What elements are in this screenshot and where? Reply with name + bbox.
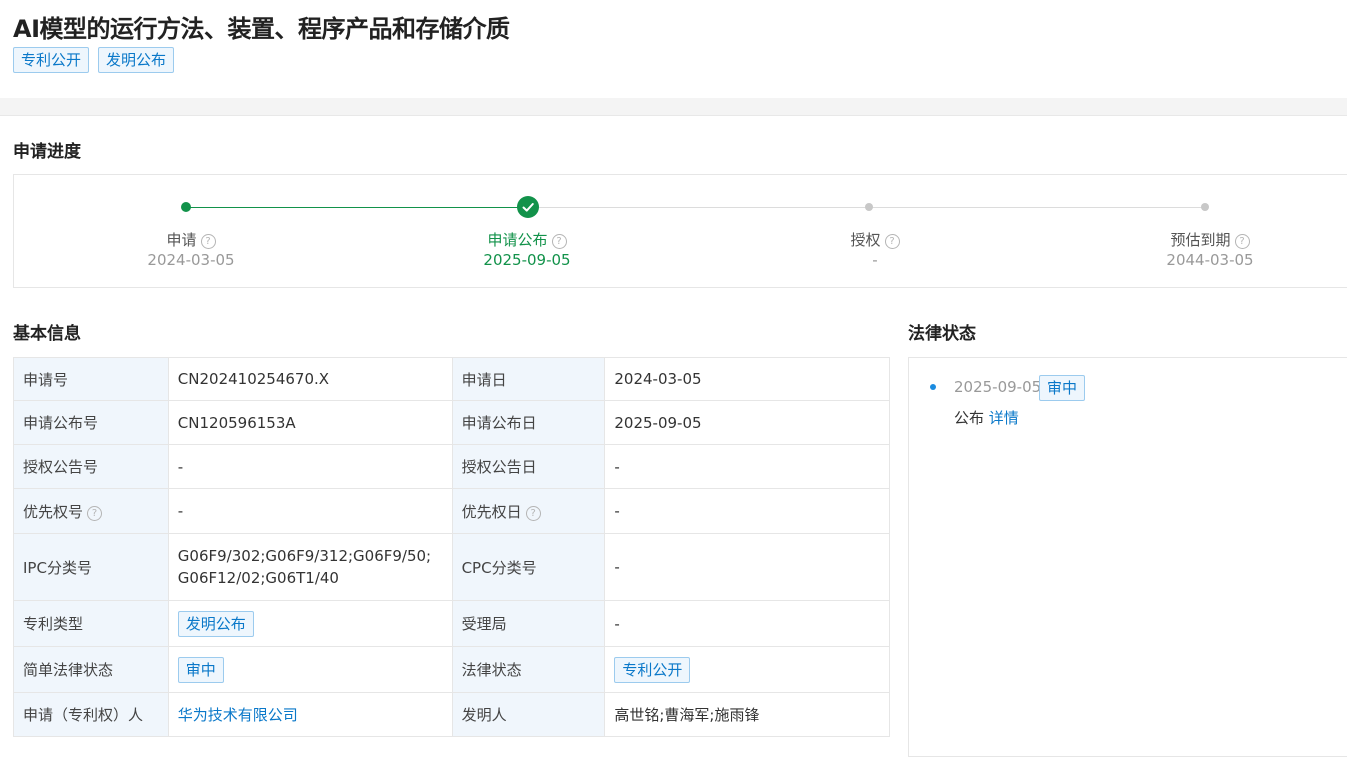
step-label-text: 授权 (850, 231, 881, 249)
help-icon[interactable]: ? (87, 505, 103, 521)
publication-date: 2025-09-05 (604, 400, 890, 445)
patent-type-tag[interactable]: 发明公布 (177, 610, 254, 637)
progress-line-complete (186, 207, 528, 208)
table-row: 授权公告号 - 授权公告日 - (13, 444, 890, 489)
basic-info-table: 申请号 CN202410254670.X 申请日 2024-03-05 申请公布… (13, 357, 890, 737)
applicant-link[interactable]: 华为技术有限公司 (178, 706, 298, 724)
ipc-classification: G06F9/302;G06F9/312;G06F9/50;G06F12/02;G… (167, 533, 453, 601)
simple-legal-status-cell: 审中 (167, 646, 453, 693)
field-key: 申请号 (13, 357, 169, 401)
progress-section-title: 申请进度 (13, 142, 81, 162)
step-label-text: 申请 (166, 231, 197, 249)
table-row: 专利类型 发明公布 受理局 - (13, 600, 890, 647)
step-date-expire: 2044-03-05 (1166, 251, 1254, 269)
step-date-grant: - (872, 251, 878, 269)
receiving-office: - (604, 600, 890, 647)
legal-event-badge[interactable]: 审中 (1039, 375, 1086, 401)
inventors: 高世铭;曹海军;施雨锋 (604, 692, 890, 737)
table-row: 优先权号? - 优先权日? - (13, 488, 890, 534)
field-key: 申请日 (451, 357, 606, 401)
header-tags: 专利公开 发明公布 (13, 47, 175, 73)
publication-number: CN120596153A (167, 400, 453, 445)
field-key: IPC分类号 (13, 533, 169, 601)
field-key: 申请公布日 (451, 400, 606, 445)
legal-event-date: 2025-09-05 (954, 378, 1042, 396)
application-date: 2024-03-05 (604, 357, 890, 401)
field-key-text: 优先权号 (23, 502, 84, 521)
table-row: IPC分类号 G06F9/302;G06F9/312;G06F9/50;G06F… (13, 533, 890, 601)
help-icon[interactable]: ? (884, 234, 900, 249)
legal-event-detail-link[interactable]: 详情 (989, 409, 1019, 427)
basic-info-title: 基本信息 (13, 324, 81, 344)
field-key: 授权公告号 (13, 444, 169, 489)
help-icon[interactable]: ? (1234, 234, 1250, 249)
legal-event-text: 公布 (954, 409, 985, 427)
timeline-dot (930, 384, 936, 390)
field-key-text: 优先权日 (461, 502, 522, 521)
field-key: 申请公布号 (13, 400, 169, 445)
step-date-apply: 2024-03-05 (147, 251, 235, 269)
field-key: 授权公告日 (451, 444, 606, 489)
field-key: 简单法律状态 (13, 646, 169, 693)
step-label-text: 预估到期 (1170, 231, 1231, 249)
field-key: 发明人 (451, 692, 606, 737)
field-key: CPC分类号 (451, 533, 606, 601)
step-label-grant: 授权? (775, 229, 975, 250)
cpc-classification: - (604, 533, 890, 601)
table-row: 申请（专利权）人 华为技术有限公司 发明人 高世铭;曹海军;施雨锋 (13, 692, 890, 737)
step-label-text: 申请公布 (487, 231, 548, 249)
help-icon[interactable]: ? (200, 234, 216, 249)
patent-type-cell: 发明公布 (167, 600, 453, 647)
table-row: 简单法律状态 审中 法律状态 专利公开 (13, 646, 890, 693)
help-icon[interactable]: ? (551, 234, 567, 249)
tag-invention-publication[interactable]: 发明公布 (98, 47, 175, 73)
step-dot-expire (1201, 203, 1209, 211)
step-label-publish: 申请公布? (427, 229, 627, 250)
grant-date: - (604, 444, 890, 489)
field-key: 专利类型 (13, 600, 169, 647)
page-title: AI模型的运行方法、装置、程序产品和存储介质 (13, 15, 510, 43)
field-key: 受理局 (451, 600, 606, 647)
field-key: 优先权日? (451, 488, 606, 534)
step-dot-apply (181, 202, 191, 212)
step-label-apply: 申请? (91, 229, 291, 250)
field-key: 法律状态 (451, 646, 606, 693)
check-icon (517, 196, 539, 218)
field-key: 申请（专利权）人 (13, 692, 169, 737)
priority-number: - (167, 488, 453, 534)
step-label-expire: 预估到期? (1110, 229, 1310, 250)
applicant-cell: 华为技术有限公司 (167, 692, 453, 737)
legal-event-description: 公布 详情 (954, 407, 1019, 428)
legal-status-title: 法律状态 (908, 324, 976, 344)
table-row: 申请公布号 CN120596153A 申请公布日 2025-09-05 (13, 400, 890, 445)
legal-status-tag[interactable]: 专利公开 (614, 656, 691, 683)
priority-date: - (604, 488, 890, 534)
table-row: 申请号 CN202410254670.X 申请日 2024-03-05 (13, 357, 890, 401)
grant-number: - (167, 444, 453, 489)
help-icon[interactable]: ? (525, 505, 541, 521)
application-number: CN202410254670.X (167, 357, 453, 401)
simple-legal-status-tag[interactable]: 审中 (177, 656, 224, 683)
step-dot-grant (865, 203, 873, 211)
step-date-publish: 2025-09-05 (483, 251, 571, 269)
legal-status-cell: 专利公开 (604, 646, 890, 693)
tag-patent-public[interactable]: 专利公开 (13, 47, 90, 73)
field-key: 优先权号? (13, 488, 169, 534)
section-divider (0, 98, 1347, 116)
